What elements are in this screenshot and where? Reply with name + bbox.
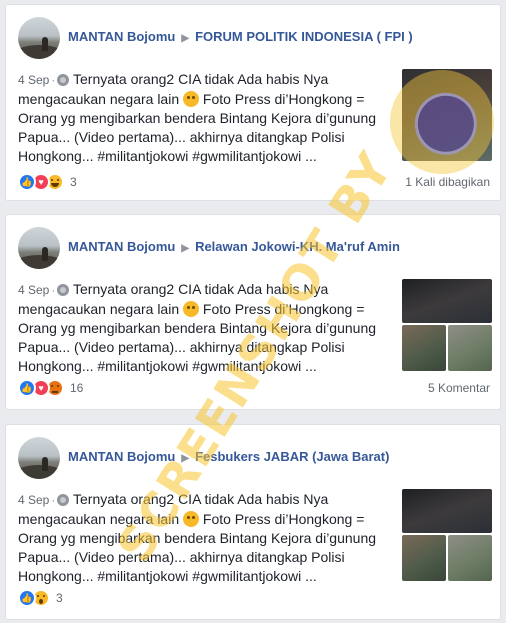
reactions-summary[interactable]: 👍 3 <box>18 589 63 607</box>
reactions-summary[interactable]: 👍 ♥ 3 <box>18 173 77 191</box>
post-text: 4 Sep · Ternyata orang2 CIA tidak Ada hab… <box>18 281 377 374</box>
media-thumbnail[interactable] <box>448 325 492 371</box>
triangle-right-icon: ▶ <box>181 33 190 44</box>
post-card: MANTAN Bojomu ▶ Fesbukers JABAR (Jawa Bara… <box>5 424 501 620</box>
author-link[interactable]: MANTAN Bojomu <box>68 239 175 254</box>
post-date[interactable]: 4 Sep <box>18 493 49 507</box>
media-thumbnail[interactable] <box>448 535 492 581</box>
reaction-count: 3 <box>70 175 77 189</box>
media-thumbnail[interactable] <box>402 325 446 371</box>
worried-emoji-icon <box>183 91 200 107</box>
triangle-right-icon: ▶ <box>181 243 190 254</box>
triangle-right-icon: ▶ <box>181 453 190 464</box>
globe-icon[interactable] <box>57 74 70 86</box>
like-reaction-icon: 👍 <box>18 589 36 607</box>
globe-icon[interactable] <box>57 494 70 506</box>
post-media[interactable] <box>402 69 492 161</box>
post-media[interactable] <box>402 489 492 581</box>
post-header: MANTAN Bojomu ▶ FORUM POLITIK INDONESIA ( … <box>68 29 413 47</box>
author-link[interactable]: MANTAN Bojomu <box>68 29 175 44</box>
group-link[interactable]: FORUM POLITIK INDONESIA ( FPI ) <box>195 29 413 44</box>
reaction-count: 3 <box>56 591 63 605</box>
share-count[interactable]: 1 Kali dibagikan <box>405 175 490 189</box>
media-thumbnail[interactable] <box>402 535 446 581</box>
media-thumbnail[interactable] <box>402 69 492 161</box>
post-date[interactable]: 4 Sep <box>18 73 49 87</box>
like-reaction-icon: 👍 <box>18 173 36 191</box>
post-card: MANTAN Bojomu ▶ FORUM POLITIK INDONESIA ( … <box>5 4 501 201</box>
avatar[interactable] <box>18 437 60 479</box>
avatar[interactable] <box>18 17 60 59</box>
like-reaction-icon: 👍 <box>18 379 36 397</box>
post-text: 4 Sep · Ternyata orang2 CIA tidak Ada hab… <box>18 71 377 164</box>
post-header: MANTAN Bojomu ▶ Relawan Jokowi-KH. Ma'ruf … <box>68 239 400 257</box>
media-thumbnail[interactable] <box>402 279 492 323</box>
worried-emoji-icon <box>183 511 200 527</box>
post-date[interactable]: 4 Sep <box>18 283 49 297</box>
reaction-count: 16 <box>70 381 84 395</box>
avatar[interactable] <box>18 227 60 269</box>
post-card: MANTAN Bojomu ▶ Relawan Jokowi-KH. Ma'ruf … <box>5 214 501 410</box>
comment-count[interactable]: 5 Komentar <box>428 381 490 395</box>
group-link[interactable]: Fesbukers JABAR (Jawa Barat) <box>195 449 389 464</box>
post-media[interactable] <box>402 279 492 371</box>
post-header: MANTAN Bojomu ▶ Fesbukers JABAR (Jawa Bara… <box>68 449 389 467</box>
media-thumbnail[interactable] <box>402 489 492 533</box>
globe-icon[interactable] <box>57 284 70 296</box>
post-text: 4 Sep · Ternyata orang2 CIA tidak Ada hab… <box>18 491 377 584</box>
author-link[interactable]: MANTAN Bojomu <box>68 449 175 464</box>
reactions-summary[interactable]: 👍 ♥ 16 <box>18 379 83 397</box>
worried-emoji-icon <box>183 301 200 317</box>
group-link[interactable]: Relawan Jokowi-KH. Ma'ruf Amin <box>195 239 400 254</box>
